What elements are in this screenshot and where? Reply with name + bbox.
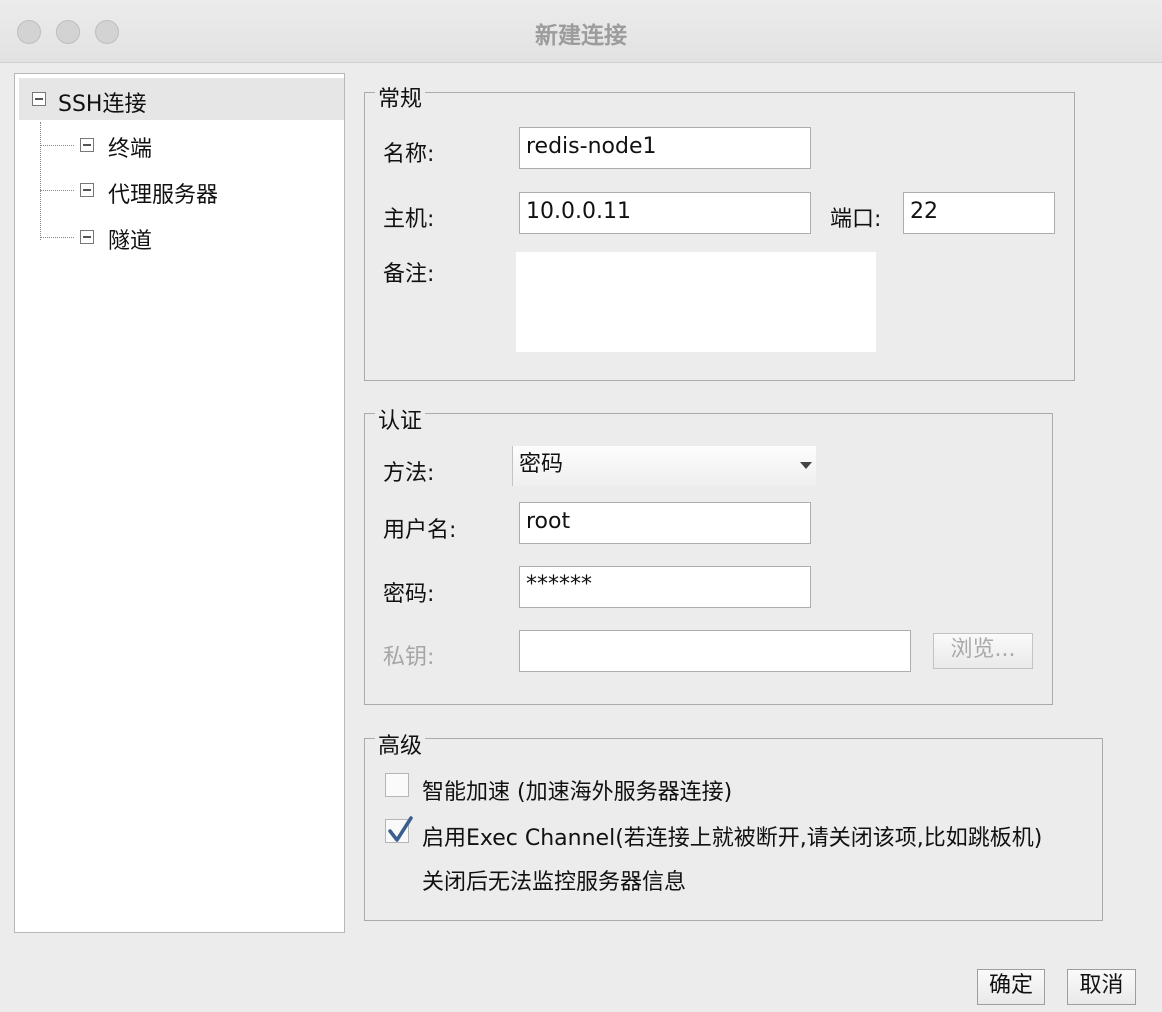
- name-field[interactable]: redis-node1: [519, 127, 811, 169]
- host-field[interactable]: 10.0.0.11: [519, 192, 811, 234]
- method-select-value: 密码: [519, 452, 564, 477]
- collapse-icon[interactable]: [80, 230, 94, 244]
- private-key-label: 私钥:: [383, 645, 435, 670]
- password-field[interactable]: ******: [519, 566, 811, 608]
- collapse-icon[interactable]: [80, 138, 94, 152]
- cancel-button[interactable]: 取消: [1067, 969, 1136, 1005]
- exec-channel-label: 启用Exec Channel(若连接上就被断开,请关闭该项,比如跳板机): [422, 826, 1043, 851]
- host-label: 主机:: [383, 207, 435, 232]
- tree-connector: [40, 122, 41, 240]
- connection-tree: SSH连接 终端 代理服务器 隧道: [14, 73, 345, 933]
- notes-label: 备注:: [383, 262, 435, 287]
- tree-connector: [40, 237, 74, 238]
- collapse-icon[interactable]: [32, 92, 46, 106]
- tree-item-label: 代理服务器: [108, 183, 219, 208]
- tree-item-label: 隧道: [108, 229, 153, 254]
- general-group-title: 常规: [375, 81, 426, 113]
- window-title: 新建连接: [535, 23, 627, 49]
- auth-group-title: 认证: [375, 403, 426, 435]
- tree-item-label: 终端: [108, 137, 153, 162]
- notes-textarea[interactable]: [516, 252, 876, 352]
- ok-button[interactable]: 确定: [977, 969, 1045, 1005]
- chevron-down-icon: [800, 462, 812, 469]
- port-label: 端口:: [830, 207, 882, 232]
- name-label: 名称:: [383, 142, 435, 167]
- method-label: 方法:: [383, 461, 435, 486]
- tree-connector: [40, 145, 74, 146]
- advanced-group-title: 高级: [375, 728, 426, 760]
- username-field[interactable]: root: [519, 502, 811, 544]
- port-field[interactable]: 22: [903, 192, 1055, 234]
- tree-item-ssh[interactable]: SSH连接: [19, 78, 344, 120]
- tree-item-label: SSH连接: [58, 92, 147, 117]
- smart-accel-label: 智能加速 (加速海外服务器连接): [422, 780, 733, 805]
- exec-channel-checkbox[interactable]: [385, 816, 413, 843]
- collapse-icon[interactable]: [80, 183, 94, 197]
- tree-connector: [40, 190, 74, 191]
- method-select[interactable]: 密码: [512, 446, 816, 486]
- smart-accel-checkbox[interactable]: [385, 773, 409, 797]
- exec-channel-note: 关闭后无法监控服务器信息: [422, 870, 687, 895]
- username-label: 用户名:: [383, 518, 457, 543]
- browse-button[interactable]: 浏览...: [933, 633, 1033, 669]
- checkmark-icon: [388, 816, 413, 842]
- private-key-field[interactable]: [519, 630, 911, 672]
- password-label: 密码:: [383, 582, 435, 607]
- window-titlebar: 新建连接: [0, 0, 1162, 63]
